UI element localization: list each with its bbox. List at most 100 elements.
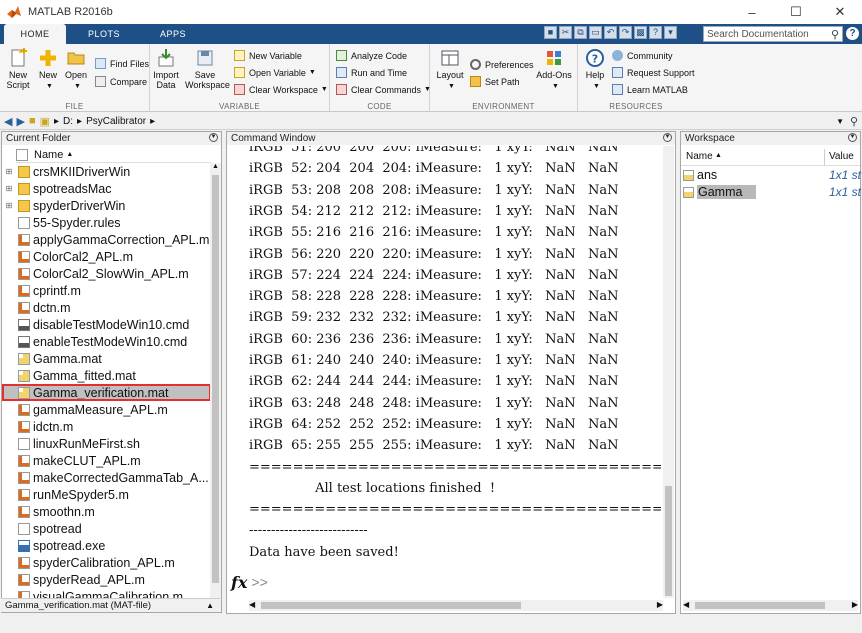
save-workspace-button[interactable]: Save Workspace [185, 48, 230, 90]
command-window-scrollbar[interactable] [663, 146, 674, 598]
analyze-code-button[interactable]: Analyze Code [336, 48, 407, 63]
preferences-button[interactable]: Preferences [470, 57, 534, 72]
community-button[interactable]: Community [612, 48, 673, 63]
search-documentation-input[interactable]: Search Documentation ⚲ [703, 26, 843, 42]
file-row[interactable]: ⊞ crsMKIIDriverWin [2, 163, 211, 180]
redo-icon[interactable]: ↷ [619, 26, 632, 39]
folder-scrollbar[interactable]: ▲ ▼ [210, 163, 221, 611]
back-arrow-icon[interactable]: ◀ [4, 115, 12, 128]
breadcrumb-folder[interactable]: PsyCalibrator [86, 116, 146, 127]
file-row[interactable]: gammaMeasure_APL.m [2, 401, 211, 418]
file-row[interactable]: ColorCal2_SlowWin_APL.m [2, 265, 211, 282]
compare-button[interactable]: Compare [95, 74, 147, 89]
file-row[interactable]: spyderRead_APL.m [2, 571, 211, 588]
layout-button[interactable]: Layout ▼ [435, 48, 465, 92]
file-row[interactable]: linuxRunMeFirst.sh [2, 435, 211, 452]
clear-workspace-button[interactable]: Clear Workspace ▼ [234, 82, 328, 97]
request-support-button[interactable]: Request Support [612, 65, 695, 80]
help-icon[interactable]: ? [846, 27, 859, 40]
learn-matlab-button[interactable]: Learn MATLAB [612, 82, 688, 97]
switch-windows-icon[interactable]: ▩ [634, 26, 647, 39]
file-row[interactable]: disableTestModeWin10.cmd [2, 316, 211, 333]
panel-menu-icon[interactable]: ▼ [848, 133, 857, 142]
breadcrumb-drive[interactable]: D: [63, 116, 73, 127]
undo-icon[interactable]: ↶ [604, 26, 617, 39]
cut-icon[interactable]: ✂ [559, 26, 572, 39]
new-script-button[interactable]: New Script [3, 48, 33, 90]
open-variable-button[interactable]: Open Variable ▼ [234, 65, 316, 80]
minimize-button[interactable]: – [730, 0, 774, 24]
new-button[interactable]: New ▼ [33, 48, 63, 92]
file-row[interactable]: ⊞ spyderDriverWin [2, 197, 211, 214]
command-window-hscrollbar-thumb[interactable] [261, 602, 521, 609]
help-icon[interactable]: ? [649, 26, 662, 39]
scroll-left-icon[interactable]: ◀ [249, 600, 255, 609]
panel-menu-icon[interactable]: ▼ [209, 133, 218, 142]
up-folder-icon[interactable]: ■ [29, 115, 36, 127]
addons-button[interactable]: Add-Ons ▼ [536, 48, 572, 92]
command-prompt[interactable]: fx >> [231, 572, 661, 592]
workspace-value-column[interactable]: Value [829, 151, 854, 162]
file-row[interactable]: makeCLUT_APL.m [2, 452, 211, 469]
file-row[interactable]: spotread.exe [2, 537, 211, 554]
expand-icon[interactable]: ⊞ [4, 201, 14, 210]
options-icon[interactable]: ▾ [664, 26, 677, 39]
find-files-button[interactable]: Find Files [95, 56, 149, 71]
address-dropdown-icon[interactable]: ▼ [836, 117, 844, 126]
maximize-button[interactable]: ☐ [774, 0, 818, 24]
new-variable-button[interactable]: New Variable [234, 48, 302, 63]
scroll-right-icon[interactable]: ▶ [657, 600, 663, 609]
set-path-button[interactable]: Set Path [470, 74, 520, 89]
name-column-header[interactable]: Name ▲ [16, 147, 211, 163]
save-icon[interactable]: ■ [544, 26, 557, 39]
forward-arrow-icon[interactable]: ▶ [16, 115, 24, 128]
file-row[interactable]: applyGammaCorrection_APL.m [2, 231, 211, 248]
file-row[interactable]: Gamma.mat [2, 350, 211, 367]
select-all-checkbox[interactable] [16, 148, 28, 161]
open-button[interactable]: Open ▼ [61, 48, 91, 92]
workspace-hscrollbar-thumb[interactable] [695, 602, 825, 609]
file-row[interactable]: cprintf.m [2, 282, 211, 299]
import-data-button[interactable]: Import Data [151, 48, 181, 90]
file-row[interactable]: spotread [2, 520, 211, 537]
file-row[interactable]: Gamma_verification.mat [2, 384, 211, 401]
browse-folder-icon[interactable]: ▣ [40, 115, 50, 128]
copy-icon[interactable]: ⧉ [574, 26, 587, 39]
help-button[interactable]: ? Help ▼ [580, 48, 610, 92]
expand-icon[interactable]: ⊞ [4, 167, 14, 176]
scroll-up-icon[interactable]: ▲ [210, 163, 221, 170]
run-and-time-button[interactable]: Run and Time [336, 65, 407, 80]
file-row[interactable]: makeCorrectedGammaTab_A... [2, 469, 211, 486]
file-row[interactable]: 55-Spyder.rules [2, 214, 211, 231]
folder-scrollbar-thumb[interactable] [212, 175, 219, 583]
search-folder-icon[interactable]: ⚲ [850, 115, 858, 128]
workspace-variable-row[interactable]: ans 1x1 st [681, 167, 861, 183]
command-window-hscrollbar[interactable]: ◀ ▶ [249, 600, 663, 611]
workspace-variable-row[interactable]: Gamma 1x1 st [681, 184, 861, 200]
scroll-right-icon[interactable]: ▶ [852, 600, 858, 609]
fx-icon[interactable]: fx [231, 573, 247, 592]
file-row[interactable]: smoothn.m [2, 503, 211, 520]
chevron-up-icon[interactable]: ▲ [206, 599, 214, 613]
file-row[interactable]: idctn.m [2, 418, 211, 435]
file-row[interactable]: ⊞ spotreadsMac [2, 180, 211, 197]
mat-icon [18, 369, 30, 382]
workspace-name-column[interactable]: Name [686, 151, 713, 162]
tab-apps[interactable]: APPS [142, 24, 204, 44]
paste-icon[interactable]: ▭ [589, 26, 602, 39]
file-row[interactable]: ColorCal2_APL.m [2, 248, 211, 265]
tab-plots[interactable]: PLOTS [73, 24, 135, 44]
file-row[interactable]: runMeSpyder5.m [2, 486, 211, 503]
expand-icon[interactable]: ⊞ [4, 184, 14, 193]
file-row[interactable]: Gamma_fitted.mat [2, 367, 211, 384]
scroll-left-icon[interactable]: ◀ [683, 600, 689, 609]
command-window-scrollbar-thumb[interactable] [665, 486, 672, 596]
panel-menu-icon[interactable]: ▼ [663, 133, 672, 142]
workspace-hscrollbar[interactable]: ◀ ▶ [683, 600, 858, 611]
file-row[interactable]: enableTestModeWin10.cmd [2, 333, 211, 350]
file-row[interactable]: spyderCalibration_APL.m [2, 554, 211, 571]
close-button[interactable]: ✕ [818, 0, 862, 24]
clear-commands-button[interactable]: Clear Commands ▼ [336, 82, 431, 97]
tab-home[interactable]: HOME [4, 24, 66, 44]
file-row[interactable]: dctn.m [2, 299, 211, 316]
